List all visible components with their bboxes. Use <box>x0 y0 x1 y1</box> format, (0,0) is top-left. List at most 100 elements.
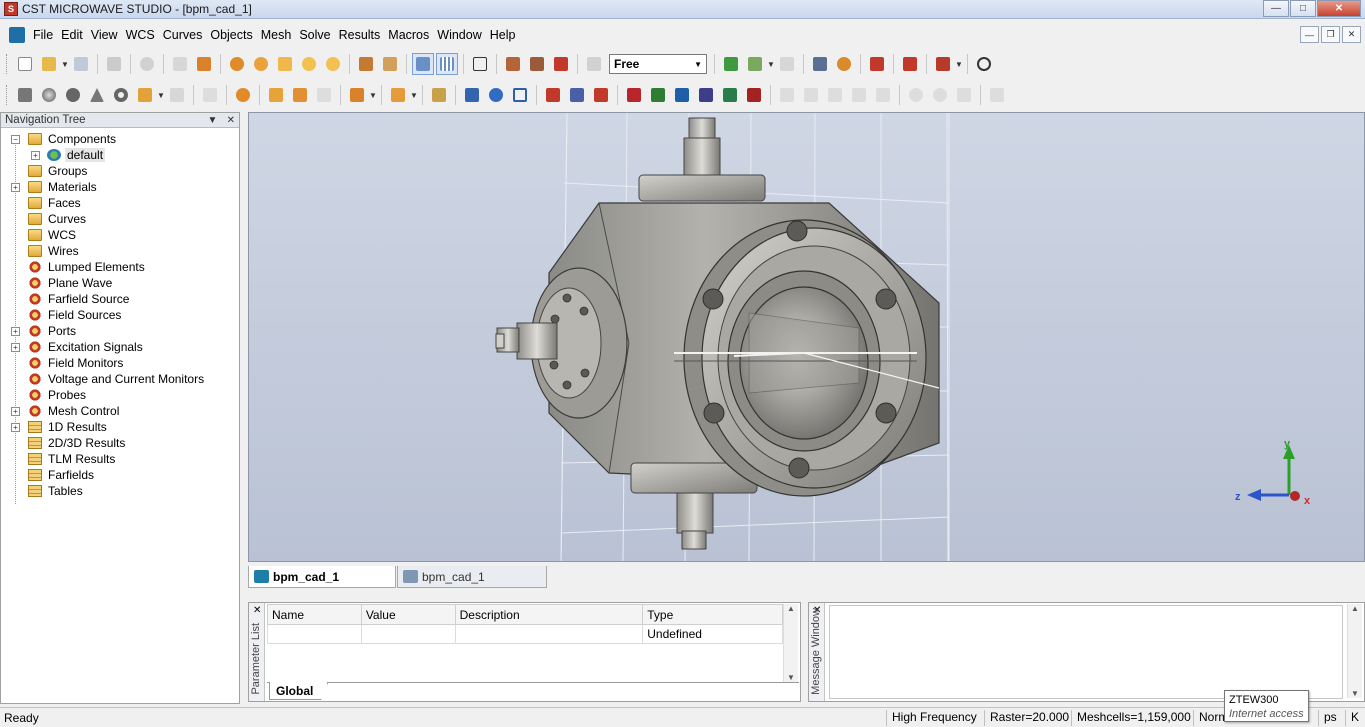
solver-t-icon[interactable] <box>623 84 645 106</box>
panel-close-icon[interactable]: ✕ <box>253 605 261 616</box>
extrude-dropdown-icon[interactable]: ▼ <box>157 91 165 100</box>
toolbar-grip[interactable] <box>6 85 9 105</box>
plot-animate-icon[interactable] <box>929 84 951 106</box>
tab-global[interactable]: Global <box>269 682 329 700</box>
rotate-icon[interactable] <box>250 53 272 75</box>
tree-item-mesh-control[interactable]: + Mesh Control <box>1 403 239 419</box>
waveguide-port-icon[interactable] <box>542 84 564 106</box>
cell-value[interactable] <box>360 624 456 644</box>
plot-properties-icon[interactable] <box>833 53 855 75</box>
print-icon[interactable] <box>103 53 125 75</box>
collapse-icon[interactable]: − <box>11 134 20 144</box>
document-menu-icon[interactable] <box>9 26 25 43</box>
probe-icon[interactable] <box>932 53 954 75</box>
clear-picks-icon[interactable] <box>583 53 605 75</box>
tree-item-curves[interactable]: Curves <box>1 211 239 227</box>
boolean-intersect-icon[interactable] <box>313 84 335 106</box>
cell-description[interactable] <box>454 624 644 644</box>
panel-close-icon[interactable]: ✕ <box>227 115 235 126</box>
view-options-icon[interactable] <box>379 53 401 75</box>
plot-export-icon[interactable] <box>986 84 1008 106</box>
view-mode-select[interactable]: Free ▼ <box>609 54 707 74</box>
expand-icon[interactable]: + <box>31 150 40 160</box>
history-icon[interactable] <box>169 53 191 75</box>
solver-e-icon[interactable] <box>671 84 693 106</box>
measure-icon[interactable] <box>809 53 831 75</box>
solver-f-icon[interactable] <box>647 84 669 106</box>
tree-item-groups[interactable]: Groups <box>1 163 239 179</box>
menu-help[interactable]: Help <box>486 28 520 42</box>
probe-dropdown-icon[interactable]: ▼ <box>955 60 963 69</box>
expand-icon[interactable]: + <box>11 422 20 432</box>
tree-item-wires[interactable]: Wires <box>1 243 239 259</box>
align-dropdown-icon[interactable]: ▼ <box>410 91 418 100</box>
frequency-range-icon[interactable] <box>461 84 483 106</box>
column-name[interactable]: Name <box>267 604 362 625</box>
tree-item-lumped-elements[interactable]: Lumped Elements <box>1 259 239 275</box>
status-raster[interactable]: Raster=20.000 <box>984 710 1069 726</box>
expand-icon[interactable]: + <box>11 182 20 192</box>
menu-view[interactable]: View <box>87 28 122 42</box>
mesh-view-icon[interactable] <box>720 53 742 75</box>
reset-view-icon[interactable] <box>355 53 377 75</box>
status-meshcells[interactable]: Meshcells=1,159,000 <box>1071 710 1191 726</box>
transform-icon[interactable] <box>346 84 368 106</box>
tree-item-1d-results[interactable]: +1D Results <box>1 419 239 435</box>
extrude-icon[interactable] <box>134 84 156 106</box>
tree-item-voltage-and-current-monitors[interactable]: Voltage and Current Monitors <box>1 371 239 387</box>
menu-window[interactable]: Window <box>433 28 485 42</box>
tree-item-default[interactable]: + default <box>1 147 239 163</box>
table-row[interactable]: Undefined <box>267 624 783 644</box>
expand-icon[interactable]: + <box>11 326 20 336</box>
menu-wcs[interactable]: WCS <box>122 28 159 42</box>
menu-edit[interactable]: Edit <box>57 28 87 42</box>
torus-icon[interactable] <box>110 84 132 106</box>
maximize-icon[interactable]: □ <box>1290 0 1316 17</box>
open-folder-icon[interactable] <box>38 53 60 75</box>
background-properties-icon[interactable] <box>485 84 507 106</box>
open-dropdown-icon[interactable]: ▼ <box>61 60 69 69</box>
rotate-profile-icon[interactable] <box>166 84 188 106</box>
field-plot-4-icon[interactable] <box>848 84 870 106</box>
field-plot-5-icon[interactable] <box>872 84 894 106</box>
tree-item-materials[interactable]: + Materials <box>1 179 239 195</box>
solver-tlm-icon[interactable] <box>743 84 765 106</box>
boolean-subtract-icon[interactable] <box>289 84 311 106</box>
tab-bpm-cad-1-schematic[interactable]: bpm_cad_1 <box>397 566 547 588</box>
menu-macros[interactable]: Macros <box>384 28 433 42</box>
cone-icon[interactable] <box>86 84 108 106</box>
tree-item-ports[interactable]: + Ports <box>1 323 239 339</box>
menu-file[interactable]: File <box>29 28 57 42</box>
app-logo-icon[interactable]: S <box>4 2 18 16</box>
menu-objects[interactable]: Objects <box>206 28 256 42</box>
tree-item-excitation-signals[interactable]: + Excitation Signals <box>1 339 239 355</box>
doc-close-icon[interactable]: ✕ <box>1342 26 1361 43</box>
scroll-up-icon[interactable]: ▲ <box>1351 604 1359 613</box>
message-scrollbar[interactable]: ▲ ▼ <box>1347 604 1362 698</box>
tree-item-farfield-source[interactable]: Farfield Source <box>1 291 239 307</box>
boundary-conditions-icon[interactable] <box>509 84 531 106</box>
plane-wave-icon[interactable] <box>590 84 612 106</box>
menu-results[interactable]: Results <box>335 28 385 42</box>
doc-restore-icon[interactable]: ❐ <box>1321 26 1340 43</box>
tree-item-field-monitors[interactable]: Field Monitors <box>1 355 239 371</box>
scroll-down-icon[interactable]: ▼ <box>787 673 795 682</box>
cylinder-icon[interactable] <box>62 84 84 106</box>
wcs-toggle-icon[interactable] <box>412 53 434 75</box>
grid-toggle-icon[interactable] <box>436 53 458 75</box>
expand-icon[interactable]: + <box>11 342 20 352</box>
menu-solve[interactable]: Solve <box>295 28 334 42</box>
scroll-down-icon[interactable]: ▼ <box>1351 689 1359 698</box>
tree-item-plane-wave[interactable]: Plane Wave <box>1 275 239 291</box>
doc-minimize-icon[interactable]: — <box>1300 26 1319 43</box>
close-icon[interactable]: ✕ <box>1317 0 1361 17</box>
column-value[interactable]: Value <box>360 604 456 625</box>
tree-item-2d-3d-results[interactable]: 2D/3D Results <box>1 435 239 451</box>
column-description[interactable]: Description <box>454 604 644 625</box>
brick-icon[interactable] <box>14 84 36 106</box>
tree-item-components[interactable]: − Components <box>1 131 239 147</box>
tree-item-probes[interactable]: Probes <box>1 387 239 403</box>
pick-point-icon[interactable] <box>502 53 524 75</box>
parameter-scrollbar[interactable]: ▲ ▼ <box>783 604 798 682</box>
zoom-box-icon[interactable] <box>322 53 344 75</box>
